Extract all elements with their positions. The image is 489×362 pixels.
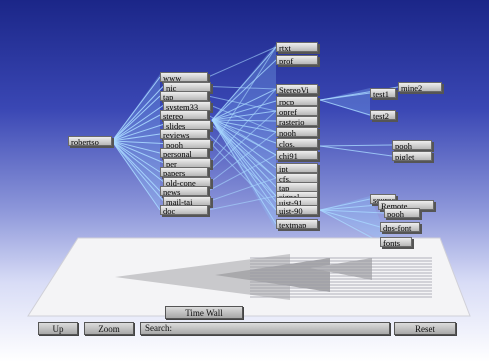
node-l3-4[interactable]: piglet xyxy=(392,151,432,161)
cone-tree-viewport[interactable]: robertso www nic tap system33 stereo slides rev… xyxy=(0,0,489,362)
search-label: Search: xyxy=(145,323,172,333)
node-l1-14[interactable]: doc xyxy=(160,205,208,215)
up-button[interactable]: Up xyxy=(38,322,78,335)
node-l3-8[interactable]: dps-font xyxy=(380,222,420,232)
node-l1-4[interactable]: stereo xyxy=(160,110,208,120)
node-l3-7[interactable]: pooh xyxy=(384,208,420,218)
node-l1-10[interactable]: papers xyxy=(160,167,208,177)
node-l3-1[interactable]: test1 xyxy=(370,88,396,98)
time-wall-label[interactable]: Time Wall xyxy=(165,306,243,319)
node-l1-13[interactable]: mail-tai xyxy=(163,195,211,206)
node-l2-0[interactable]: rtxt xyxy=(276,42,318,52)
node-l1-12[interactable]: news xyxy=(160,186,208,196)
node-l2-8[interactable]: chi91 xyxy=(276,150,318,160)
node-l1-11[interactable]: old-cone xyxy=(163,176,211,187)
node-l1-6[interactable]: reviews xyxy=(160,129,208,139)
node-l2-9[interactable]: ipt xyxy=(276,163,318,173)
node-l3-2[interactable]: test2 xyxy=(370,110,396,120)
node-l1-1[interactable]: nic xyxy=(163,81,211,92)
node-l2-6[interactable]: nooh xyxy=(276,127,318,137)
node-l3-3[interactable]: pooh xyxy=(392,140,432,150)
node-l1-0[interactable]: www xyxy=(160,72,208,82)
node-l3-9[interactable]: fonts xyxy=(380,237,412,247)
search-field[interactable]: Search: xyxy=(140,322,390,335)
zoom-button[interactable]: Zoom xyxy=(84,322,134,335)
node-l1-3[interactable]: system33 xyxy=(163,100,211,111)
node-root[interactable]: robertso xyxy=(68,136,112,146)
node-l1-5[interactable]: slides xyxy=(163,119,211,130)
node-l2-2[interactable]: StereoVi xyxy=(276,84,318,94)
floor-shadow-plane xyxy=(27,237,471,317)
node-l2-1[interactable]: prof xyxy=(276,55,318,65)
node-l2-14[interactable]: uist-90 xyxy=(276,205,318,215)
node-l2-7[interactable]: clos. xyxy=(276,138,318,148)
reset-button[interactable]: Reset xyxy=(394,322,456,335)
node-l2-5[interactable]: rasterio xyxy=(276,116,318,126)
node-l2-3[interactable]: rpcp xyxy=(276,96,318,106)
node-l3-0[interactable]: mine2 xyxy=(398,82,442,92)
node-l1-9[interactable]: per xyxy=(163,157,211,168)
node-l2-15[interactable]: textmap xyxy=(276,219,318,229)
node-l1-7[interactable]: pooh xyxy=(163,138,211,149)
node-l1-8[interactable]: personal xyxy=(160,148,208,158)
node-l2-4[interactable]: opref xyxy=(276,106,318,116)
node-l1-2[interactable]: tap xyxy=(160,91,208,101)
